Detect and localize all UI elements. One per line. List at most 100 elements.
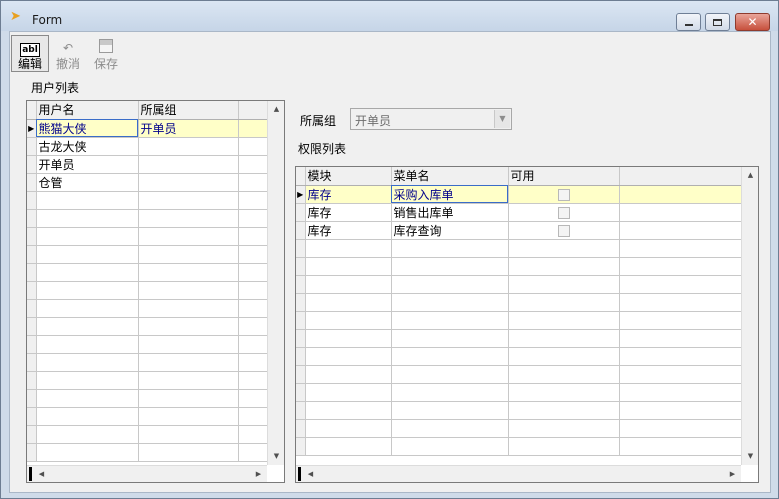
cell-group[interactable] bbox=[138, 191, 239, 210]
row-indicator[interactable] bbox=[27, 317, 37, 336]
cell-enabled[interactable] bbox=[508, 329, 620, 348]
table-row[interactable]: ▶ 库存 采购入库单 bbox=[296, 185, 744, 204]
enabled-checkbox[interactable] bbox=[557, 206, 570, 219]
user-grid-hscrollbar[interactable]: ◀ ▶ bbox=[27, 465, 267, 482]
row-indicator[interactable] bbox=[27, 281, 37, 300]
row-indicator[interactable] bbox=[296, 365, 306, 384]
cell-module[interactable] bbox=[305, 347, 392, 366]
undo-button[interactable]: ↶ 撤消 bbox=[49, 35, 87, 72]
table-row[interactable] bbox=[296, 293, 744, 312]
row-indicator[interactable] bbox=[27, 353, 37, 372]
table-row[interactable] bbox=[296, 275, 744, 294]
cell-module[interactable] bbox=[305, 257, 392, 276]
cell-menu-name[interactable] bbox=[391, 347, 509, 366]
cell-menu-name[interactable] bbox=[391, 401, 509, 420]
row-indicator[interactable] bbox=[27, 245, 37, 264]
cell-group[interactable] bbox=[138, 443, 239, 462]
cell-group[interactable] bbox=[138, 353, 239, 372]
cell-module[interactable] bbox=[305, 383, 392, 402]
table-row[interactable] bbox=[296, 365, 744, 384]
cell-username[interactable] bbox=[36, 335, 139, 354]
scroll-left-arrow-icon[interactable]: ◀ bbox=[33, 466, 50, 482]
table-row[interactable] bbox=[27, 281, 269, 300]
cell-username[interactable]: 开单员 bbox=[36, 155, 139, 174]
row-indicator[interactable] bbox=[27, 263, 37, 282]
cell-enabled[interactable] bbox=[508, 275, 620, 294]
cell-username[interactable] bbox=[36, 191, 139, 210]
column-header-enabled[interactable]: 可用 bbox=[508, 167, 620, 186]
row-indicator[interactable] bbox=[27, 299, 37, 318]
table-row[interactable]: 仓管 bbox=[27, 173, 269, 192]
row-indicator[interactable] bbox=[296, 329, 306, 348]
cell-menu-name[interactable] bbox=[391, 437, 509, 456]
cell-group[interactable] bbox=[138, 317, 239, 336]
table-row[interactable] bbox=[296, 239, 744, 258]
cell-username[interactable] bbox=[36, 371, 139, 390]
cell-menu-name[interactable]: 库存查询 bbox=[391, 221, 509, 240]
row-indicator[interactable] bbox=[296, 347, 306, 366]
scroll-left-arrow-icon[interactable]: ◀ bbox=[302, 466, 319, 482]
current-row-arrow-icon[interactable]: ▶ bbox=[27, 119, 37, 138]
cell-module[interactable] bbox=[305, 437, 392, 456]
table-row[interactable] bbox=[296, 311, 744, 330]
row-indicator[interactable] bbox=[296, 275, 306, 294]
row-indicator[interactable] bbox=[296, 383, 306, 402]
cell-username[interactable] bbox=[36, 299, 139, 318]
cell-menu-name[interactable] bbox=[391, 419, 509, 438]
cell-username[interactable] bbox=[36, 425, 139, 444]
table-row[interactable] bbox=[27, 353, 269, 372]
table-row[interactable]: 库存 库存查询 bbox=[296, 221, 744, 240]
table-row[interactable] bbox=[296, 437, 744, 456]
row-indicator[interactable] bbox=[27, 173, 37, 192]
cell-module[interactable] bbox=[305, 293, 392, 312]
cell-username[interactable] bbox=[36, 227, 139, 246]
minimize-button[interactable] bbox=[676, 13, 701, 31]
cell-group[interactable] bbox=[138, 425, 239, 444]
table-row[interactable] bbox=[27, 407, 269, 426]
cell-username[interactable] bbox=[36, 317, 139, 336]
cell-menu-name[interactable]: 销售出库单 bbox=[391, 203, 509, 222]
cell-group[interactable] bbox=[138, 245, 239, 264]
table-row[interactable] bbox=[27, 443, 269, 462]
cell-enabled[interactable] bbox=[508, 347, 620, 366]
cell-module[interactable] bbox=[305, 329, 392, 348]
row-indicator[interactable] bbox=[296, 311, 306, 330]
edit-button[interactable]: abl 编辑 bbox=[11, 35, 49, 72]
column-header-username[interactable]: 用户名 bbox=[36, 101, 139, 120]
scroll-down-arrow-icon[interactable]: ▼ bbox=[742, 448, 758, 465]
cell-username[interactable] bbox=[36, 245, 139, 264]
cell-menu-name[interactable] bbox=[391, 365, 509, 384]
cell-username[interactable]: 仓管 bbox=[36, 173, 139, 192]
scroll-right-arrow-icon[interactable]: ▶ bbox=[250, 466, 267, 482]
row-indicator[interactable] bbox=[27, 335, 37, 354]
user-grid[interactable]: 用户名 所属组 ▶ 熊猫大侠 开单员 古龙大侠 开单员 仓管 ▲ ▼ ◀ ▶ bbox=[26, 100, 285, 483]
cell-enabled[interactable] bbox=[508, 419, 620, 438]
permission-grid-hscrollbar[interactable]: ◀ ▶ bbox=[296, 465, 741, 482]
cell-menu-name[interactable] bbox=[391, 329, 509, 348]
cell-menu-name[interactable] bbox=[391, 257, 509, 276]
cell-menu-name[interactable]: 采购入库单 bbox=[391, 185, 509, 204]
cell-group[interactable] bbox=[138, 281, 239, 300]
scroll-up-arrow-icon[interactable]: ▲ bbox=[268, 101, 284, 118]
cell-menu-name[interactable] bbox=[391, 293, 509, 312]
cell-module[interactable]: 库存 bbox=[305, 203, 392, 222]
cell-module[interactable] bbox=[305, 401, 392, 420]
maximize-button[interactable] bbox=[705, 13, 730, 31]
row-indicator[interactable] bbox=[27, 443, 37, 462]
cell-module[interactable] bbox=[305, 275, 392, 294]
row-indicator[interactable] bbox=[27, 227, 37, 246]
table-row[interactable] bbox=[27, 425, 269, 444]
cell-enabled[interactable] bbox=[508, 185, 620, 204]
cell-enabled[interactable] bbox=[508, 239, 620, 258]
row-indicator[interactable] bbox=[27, 425, 37, 444]
cell-menu-name[interactable] bbox=[391, 275, 509, 294]
cell-username[interactable]: 熊猫大侠 bbox=[36, 119, 139, 138]
table-row[interactable]: 库存 销售出库单 bbox=[296, 203, 744, 222]
cell-enabled[interactable] bbox=[508, 383, 620, 402]
cell-enabled[interactable] bbox=[508, 365, 620, 384]
row-indicator[interactable] bbox=[296, 293, 306, 312]
cell-enabled[interactable] bbox=[508, 401, 620, 420]
row-indicator[interactable] bbox=[296, 401, 306, 420]
cell-group[interactable] bbox=[138, 299, 239, 318]
enabled-checkbox[interactable] bbox=[557, 188, 570, 201]
